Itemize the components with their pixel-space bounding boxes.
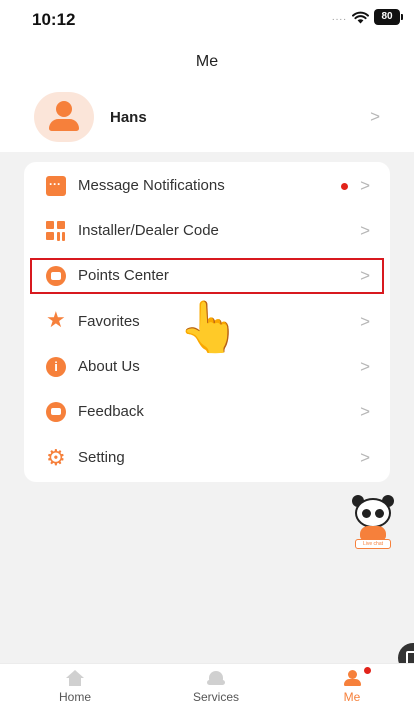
live-chat-button[interactable]: Live chat: [350, 493, 396, 551]
wifi-icon: [352, 11, 369, 23]
menu-item-label: Message Notifications: [78, 177, 225, 194]
chevron-right-icon: >: [360, 221, 370, 240]
menu-item-label: Setting: [78, 449, 125, 466]
chevron-right-icon: >: [360, 312, 370, 331]
tab-label: Services: [192, 690, 239, 704]
menu-item-label: Favorites: [78, 313, 140, 330]
qr-code-icon: [46, 221, 66, 241]
chevron-right-icon: >: [370, 107, 380, 126]
avatar-body: [49, 119, 79, 131]
chevron-right-icon: >: [360, 402, 370, 421]
chevron-right-icon: >: [360, 176, 370, 195]
avatar-head: [56, 101, 72, 117]
tab-badge: [364, 667, 371, 674]
tab-services[interactable]: Services: [166, 664, 266, 706]
header-area: 10:12 .... 80 Me Hans >: [0, 0, 414, 152]
tab-me[interactable]: Me: [302, 664, 402, 706]
menu-item-setting[interactable]: ⚙ Setting >: [24, 436, 390, 480]
pointing-hand-icon: 👆: [178, 299, 241, 355]
signal-icon: ....: [331, 11, 347, 23]
profile-name: Hans: [110, 109, 147, 126]
menu-item-installer-dealer-code[interactable]: Installer/Dealer Code >: [24, 209, 390, 253]
unread-badge: [341, 183, 348, 190]
me-icon: [343, 670, 361, 686]
info-icon: i: [46, 357, 66, 377]
battery-icon: 80: [374, 9, 403, 25]
tab-label: Home: [58, 690, 91, 704]
chevron-right-icon: >: [360, 448, 370, 467]
chevron-right-icon: >: [360, 357, 370, 376]
message-icon: [46, 176, 66, 196]
status-time: 10:12: [32, 10, 76, 29]
menu-item-label: About Us: [78, 358, 140, 375]
avatar: [34, 92, 94, 142]
tab-bar: Home Services Me: [0, 663, 414, 706]
profile-row[interactable]: Hans >: [0, 90, 414, 146]
home-icon: [66, 670, 84, 686]
feedback-icon: [46, 402, 66, 422]
me-screen: 10:12 .... 80 Me Hans > Message Notifica…: [0, 0, 414, 706]
star-icon: ★: [46, 307, 66, 332]
mascot-body: [360, 526, 386, 540]
status-indicators: .... 80: [331, 9, 403, 25]
menu-item-feedback[interactable]: Feedback >: [24, 390, 390, 434]
panda-mascot-icon: [355, 498, 391, 528]
menu-item-label: Feedback: [78, 403, 144, 420]
tab-label: Me: [343, 690, 361, 704]
live-chat-label: Live chat: [355, 539, 391, 549]
gear-icon: ⚙: [46, 445, 66, 470]
tab-home[interactable]: Home: [25, 664, 125, 706]
menu-item-message-notifications[interactable]: Message Notifications >: [24, 164, 390, 208]
page-title: Me: [195, 53, 219, 70]
highlight-box: [30, 258, 384, 294]
menu-item-label: Installer/Dealer Code: [78, 222, 219, 239]
services-icon: [207, 670, 225, 686]
